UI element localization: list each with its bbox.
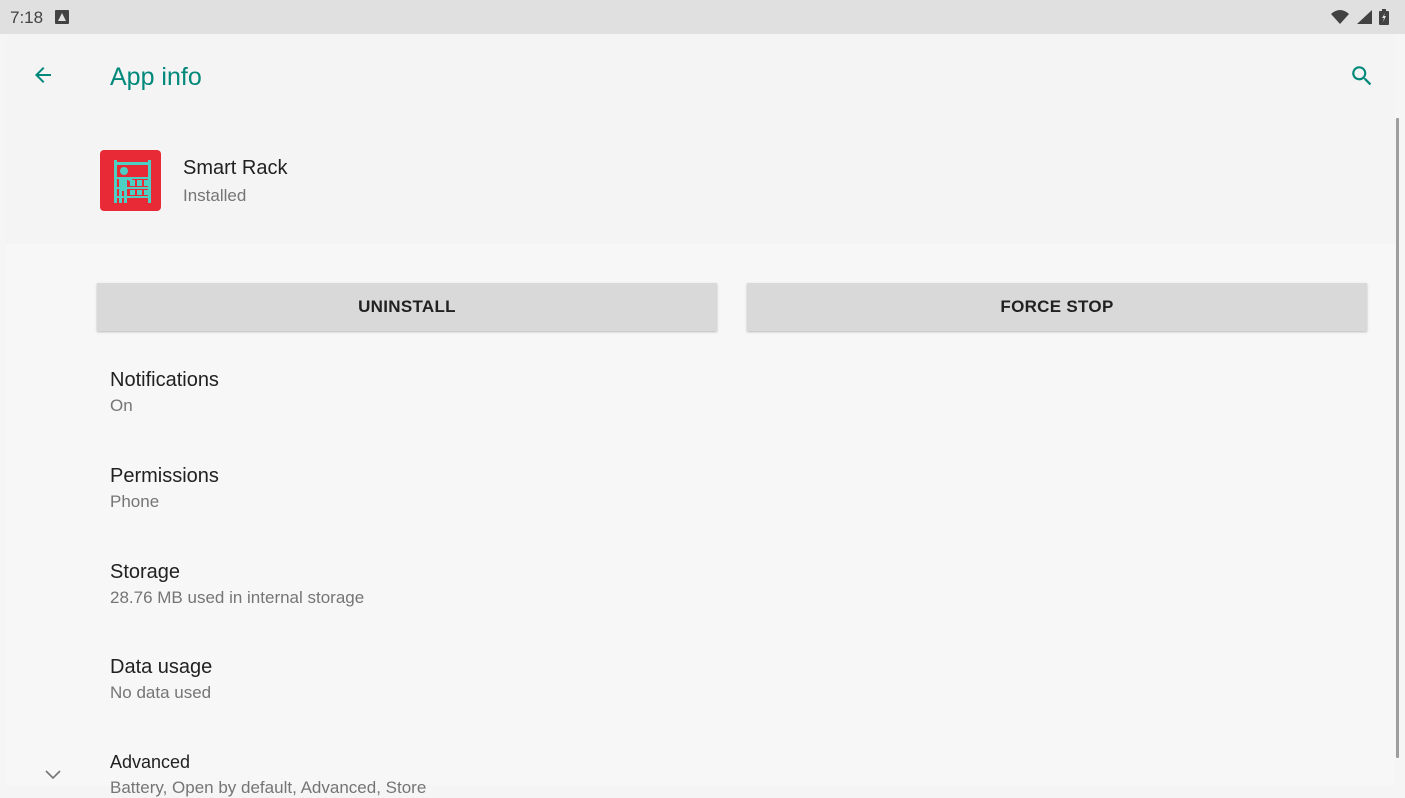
pref-summary: No data used xyxy=(110,683,212,702)
wifi-icon xyxy=(1331,10,1350,24)
pref-summary: On xyxy=(110,396,133,415)
app-name: Smart Rack xyxy=(183,157,288,179)
pref-notifications[interactable]: Notifications On xyxy=(110,368,219,416)
pref-title: Storage xyxy=(110,561,181,583)
chevron-down-icon[interactable] xyxy=(44,768,62,786)
back-arrow-icon[interactable] xyxy=(31,63,55,92)
status-icons xyxy=(1328,9,1389,27)
battery-charging-icon xyxy=(1379,9,1389,25)
android-notification-icon xyxy=(55,10,69,29)
pref-title: Advanced xyxy=(110,752,191,772)
pref-title: Notifications xyxy=(110,369,219,391)
pref-advanced[interactable]: Advanced Battery, Open by default, Advan… xyxy=(110,750,426,798)
status-bar: 7:18 xyxy=(0,0,1405,34)
smart-rack-app-icon xyxy=(100,150,161,211)
cell-signal-icon xyxy=(1356,10,1372,24)
app-info-content: UNINSTALL FORCE STOP Notifications On Pe… xyxy=(6,244,1395,797)
search-icon[interactable] xyxy=(1349,63,1375,94)
pref-permissions[interactable]: Permissions Phone xyxy=(110,464,219,512)
pref-title: Data usage xyxy=(110,656,213,678)
page-title: App info xyxy=(110,63,202,91)
pref-storage[interactable]: Storage 28.76 MB used in internal storag… xyxy=(110,560,364,608)
scrollbar[interactable] xyxy=(1396,118,1399,758)
app-header: App info Smart Rack Installed xyxy=(6,34,1395,244)
uninstall-button[interactable]: UNINSTALL xyxy=(97,283,717,331)
pref-summary: Phone xyxy=(110,492,160,511)
pref-data-usage[interactable]: Data usage No data used xyxy=(110,655,212,703)
pref-summary: Battery, Open by default, Advanced, Stor… xyxy=(110,778,427,797)
app-install-status: Installed xyxy=(183,186,247,205)
status-time: 7:18 xyxy=(10,8,44,27)
force-stop-button[interactable]: FORCE STOP xyxy=(747,283,1367,331)
pref-title: Permissions xyxy=(110,465,219,487)
pref-summary: 28.76 MB used in internal storage xyxy=(110,588,365,607)
